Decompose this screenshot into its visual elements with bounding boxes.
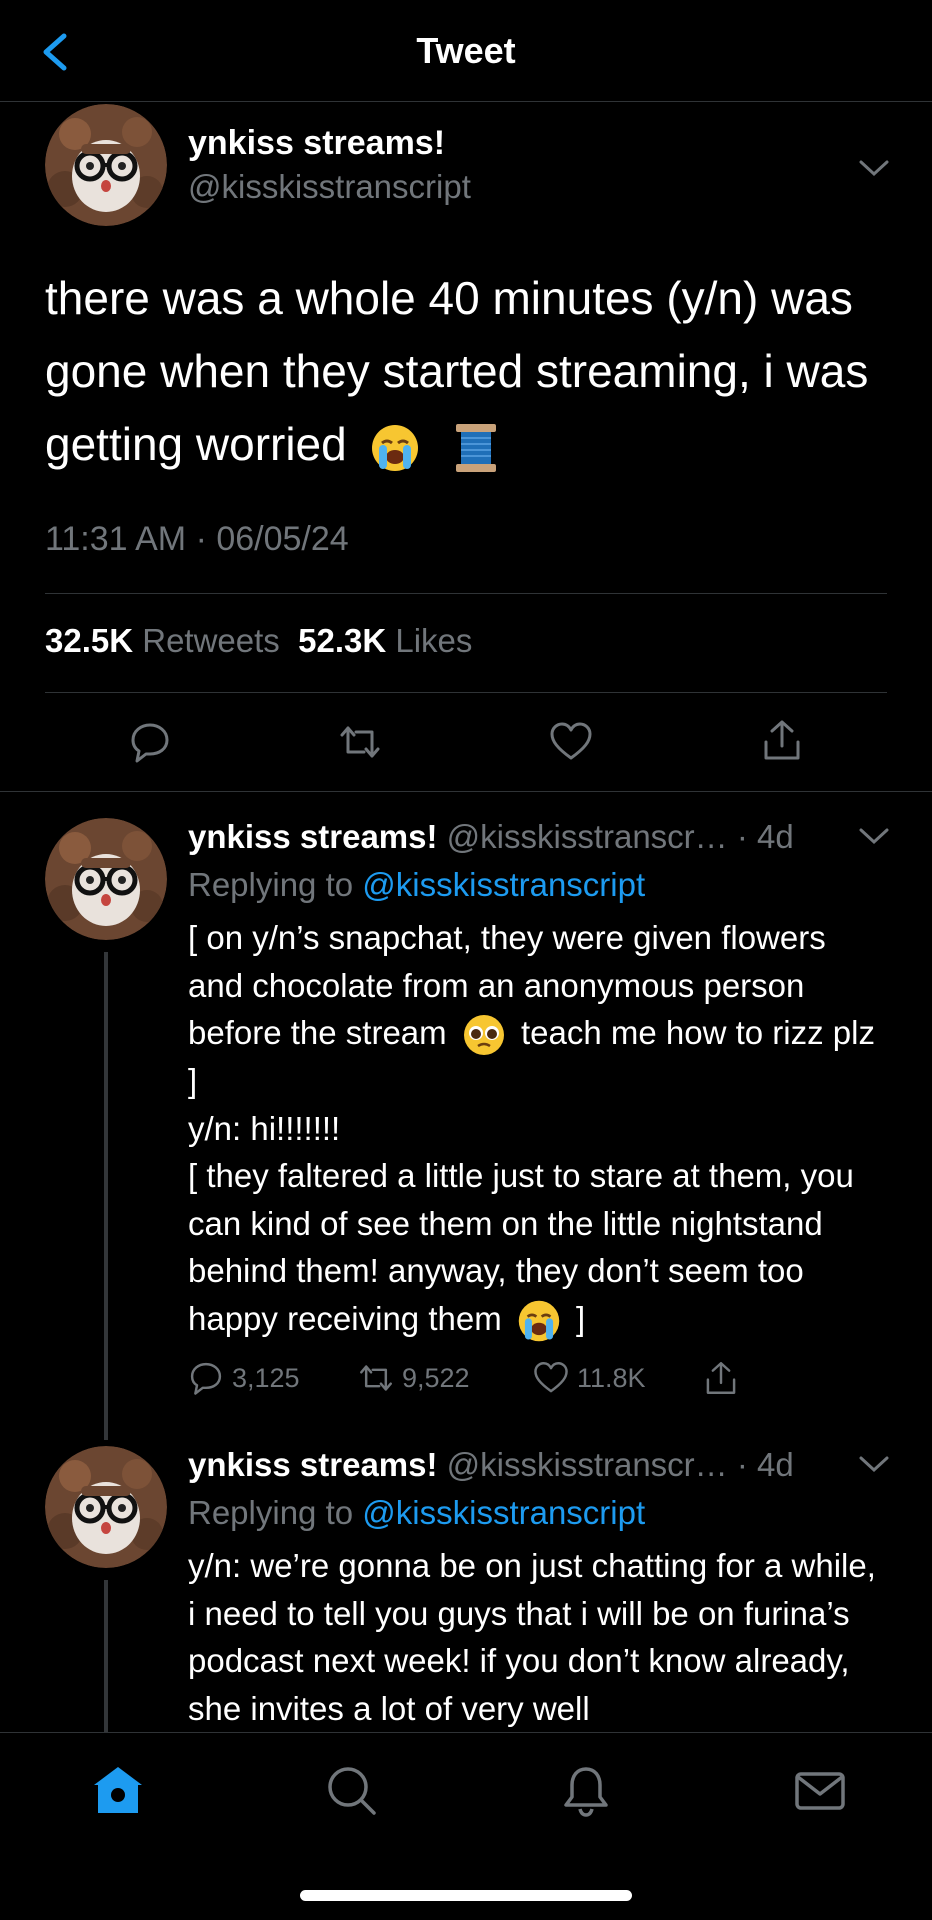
reply-button[interactable]: 3,125 [188,1356,300,1400]
likes-count: 52.3K [298,622,387,659]
reply-header: ynkiss streams! @kisskisstranscr… · 4d [188,818,794,856]
retweet-count: 9,522 [402,1362,470,1393]
reply-icon [190,1362,222,1395]
reply-actions: 3,125 9,522 11.8K [188,1356,748,1400]
main-tweet: ynkiss streams! @kisskisstranscript ther… [0,102,932,792]
chevron-down-icon[interactable] [857,826,891,846]
reply-text: y/n: we’re gonna be on just chatting for… [188,1547,876,1727]
page-title: Tweet [416,30,516,71]
author-handle[interactable]: @kisskisstranscr… [447,818,728,855]
reply-text: [ on y/n’s snapchat, they were given flo… [188,914,888,1343]
share-icon [706,1362,736,1394]
heart-icon[interactable] [549,720,593,764]
thread-line [104,1580,108,1732]
reply-count: 3,125 [232,1362,300,1393]
reply-time: · 4d [736,1446,794,1483]
loudly-crying-face-icon [371,424,418,471]
author-name[interactable]: ynkiss streams! [188,818,437,855]
search-icon[interactable] [324,1763,380,1819]
retweet-icon[interactable] [338,720,382,764]
tweet-timestamp: 11:31 AM · 06/05/24 [45,520,349,558]
replying-prefix: Replying to [188,866,354,903]
pleading-face-icon [463,1015,504,1056]
likes-label: Likes [395,622,473,659]
home-indicator[interactable] [300,1890,632,1901]
author-name[interactable]: ynkiss streams! [188,124,445,163]
messages-icon[interactable] [792,1763,848,1819]
reply-tweet[interactable]: ynkiss streams! @kisskisstranscr… · 4d R… [0,1446,932,1732]
divider [45,593,887,594]
chevron-down-icon[interactable] [857,158,891,178]
tweet-stats[interactable]: 32.5K Retweets 52.3K Likes [45,622,472,660]
retweets-count: 32.5K [45,622,134,659]
tweet-text: there was a whole 40 minutes (y/n) was g… [45,262,895,481]
thread-line [104,952,108,1440]
replying-to-link[interactable]: @kisskisstranscript [362,1494,645,1531]
reply-tweet[interactable]: ynkiss streams! @kisskisstranscr… · 4d R… [0,818,932,1440]
reply-time: · 4d [736,818,794,855]
avatar[interactable] [45,818,167,940]
top-bar: Tweet [0,0,932,102]
reply-text-part: teach me how to rizz plz ] y/n: hi!!!!!!… [188,1014,875,1337]
notifications-icon[interactable] [558,1763,614,1819]
reply-header: ynkiss streams! @kisskisstranscr… · 4d [188,1446,794,1484]
reply-icon[interactable] [128,720,172,764]
divider [45,692,887,693]
replying-to-link[interactable]: @kisskisstranscript [362,866,645,903]
replying-to: Replying to @kisskisstranscript [188,866,645,904]
like-button[interactable]: 11.8K [533,1356,646,1400]
heart-icon [534,1362,568,1393]
reply-text-part: ] [576,1299,586,1337]
home-icon[interactable] [90,1763,146,1819]
like-count: 11.8K [577,1362,646,1393]
retweet-button[interactable]: 9,522 [358,1356,470,1400]
share-icon[interactable] [760,718,804,762]
author-handle[interactable]: @kisskisstranscript [188,168,471,206]
avatar[interactable] [45,1446,167,1568]
author-name[interactable]: ynkiss streams! [188,1446,437,1483]
retweet-icon [360,1365,392,1391]
share-button[interactable] [703,1356,747,1400]
retweets-label: Retweets [142,622,280,659]
loudly-crying-face-icon [518,1300,560,1342]
avatar[interactable] [45,104,167,226]
replying-to: Replying to @kisskisstranscript [188,1494,645,1532]
replying-prefix: Replying to [188,1494,354,1531]
chevron-down-icon[interactable] [857,1454,891,1474]
thread-spool-icon [456,423,497,472]
author-handle[interactable]: @kisskisstranscr… [447,1446,728,1483]
